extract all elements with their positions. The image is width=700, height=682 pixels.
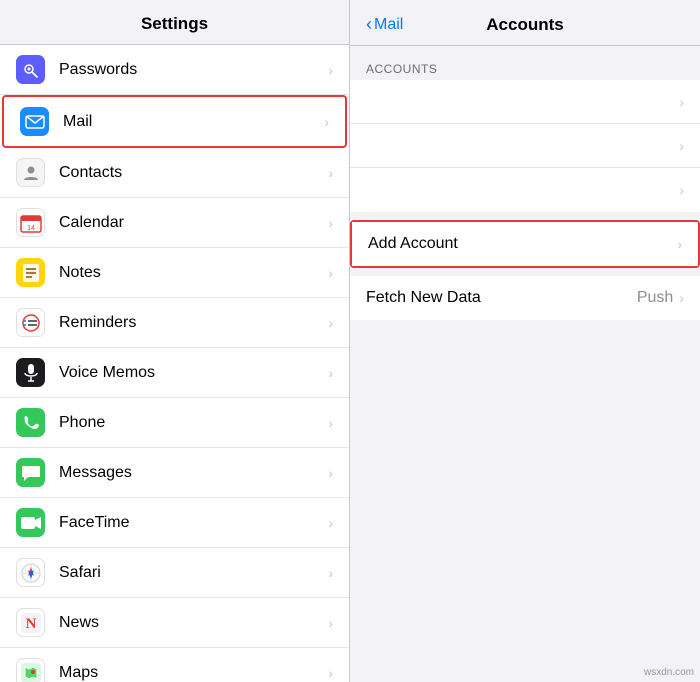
maps-chevron: ›: [328, 665, 333, 681]
account-2-chevron: ›: [679, 138, 684, 154]
add-account-chevron: ›: [677, 236, 682, 252]
maps-label: Maps: [59, 664, 322, 682]
add-account-button[interactable]: Add Account ›: [352, 222, 698, 266]
accounts-section-label: ACCOUNTS: [350, 54, 700, 80]
accounts-title: Accounts: [486, 15, 563, 35]
news-icon: N: [16, 608, 45, 637]
settings-item-facetime[interactable]: FaceTime ›: [0, 498, 349, 548]
contacts-icon: [16, 158, 45, 187]
calendar-icon: 14: [16, 208, 45, 237]
phone-chevron: ›: [328, 415, 333, 431]
reminders-icon: [16, 308, 45, 337]
phone-label: Phone: [59, 414, 322, 432]
fetch-new-data-item[interactable]: Fetch New Data Push ›: [350, 276, 700, 320]
notes-label: Notes: [59, 264, 322, 282]
calendar-label: Calendar: [59, 214, 322, 232]
news-chevron: ›: [328, 615, 333, 631]
settings-item-calendar[interactable]: 14 Calendar ›: [0, 198, 349, 248]
passwords-chevron: ›: [328, 62, 333, 78]
phone-icon: [16, 408, 45, 437]
settings-item-news[interactable]: N News ›: [0, 598, 349, 648]
settings-list: Passwords › Mail ›: [0, 45, 349, 682]
reminders-chevron: ›: [328, 315, 333, 331]
settings-item-mail[interactable]: Mail ›: [2, 95, 347, 148]
settings-item-phone[interactable]: Phone ›: [0, 398, 349, 448]
settings-item-maps[interactable]: Maps ›: [0, 648, 349, 682]
accounts-header: ‹ Mail Accounts: [350, 0, 700, 46]
voice-memos-label: Voice Memos: [59, 364, 322, 382]
fetch-new-data-label: Fetch New Data: [366, 289, 637, 307]
safari-icon: [16, 558, 45, 587]
add-account-label: Add Account: [368, 235, 677, 253]
calendar-chevron: ›: [328, 215, 333, 231]
settings-item-voice-memos[interactable]: Voice Memos ›: [0, 348, 349, 398]
voice-memos-icon: [16, 358, 45, 387]
back-button[interactable]: ‹ Mail: [366, 14, 403, 35]
mail-chevron: ›: [324, 114, 329, 130]
settings-item-contacts[interactable]: Contacts ›: [0, 148, 349, 198]
settings-item-reminders[interactable]: Reminders ›: [0, 298, 349, 348]
settings-item-passwords[interactable]: Passwords ›: [0, 45, 349, 95]
settings-item-safari[interactable]: Safari ›: [0, 548, 349, 598]
settings-header: Settings: [0, 0, 349, 45]
messages-label: Messages: [59, 464, 322, 482]
settings-title: Settings: [141, 14, 208, 33]
contacts-label: Contacts: [59, 164, 322, 182]
settings-item-notes[interactable]: Notes ›: [0, 248, 349, 298]
accounts-panel: ‹ Mail Accounts ACCOUNTS › › › Add Acco: [350, 0, 700, 682]
facetime-icon: [16, 508, 45, 537]
account-row-3[interactable]: ›: [350, 168, 700, 212]
svg-text:14: 14: [27, 225, 35, 232]
passwords-icon: [16, 55, 45, 84]
add-account-container: Add Account ›: [350, 220, 700, 268]
mail-label: Mail: [63, 113, 318, 131]
reminders-label: Reminders: [59, 314, 322, 332]
messages-icon: [16, 458, 45, 487]
svg-text:N: N: [25, 616, 36, 632]
mail-icon: [20, 107, 49, 136]
maps-icon: [16, 658, 45, 682]
fetch-group: Fetch New Data Push ›: [350, 276, 700, 320]
watermark: wsxdn.com: [644, 667, 694, 678]
passwords-label: Passwords: [59, 61, 322, 79]
settings-item-messages[interactable]: Messages ›: [0, 448, 349, 498]
safari-chevron: ›: [328, 565, 333, 581]
settings-group: Passwords › Mail ›: [0, 45, 349, 682]
voice-memos-chevron: ›: [328, 365, 333, 381]
fetch-new-data-chevron: ›: [679, 290, 684, 306]
notes-chevron: ›: [328, 265, 333, 281]
settings-panel: Settings Passwords ›: [0, 0, 350, 682]
back-chevron-icon: ‹: [366, 14, 372, 35]
messages-chevron: ›: [328, 465, 333, 481]
fetch-new-data-value: Push: [637, 289, 673, 307]
back-label: Mail: [374, 16, 403, 34]
notes-icon: [16, 258, 45, 287]
account-row-1[interactable]: ›: [350, 80, 700, 124]
facetime-chevron: ›: [328, 515, 333, 531]
news-label: News: [59, 614, 322, 632]
accounts-content: ACCOUNTS › › › Add Account ›: [350, 46, 700, 682]
accounts-group: › › ›: [350, 80, 700, 212]
facetime-label: FaceTime: [59, 514, 322, 532]
account-3-chevron: ›: [679, 182, 684, 198]
contacts-chevron: ›: [328, 165, 333, 181]
account-row-2[interactable]: ›: [350, 124, 700, 168]
safari-label: Safari: [59, 564, 322, 582]
account-1-chevron: ›: [679, 94, 684, 110]
